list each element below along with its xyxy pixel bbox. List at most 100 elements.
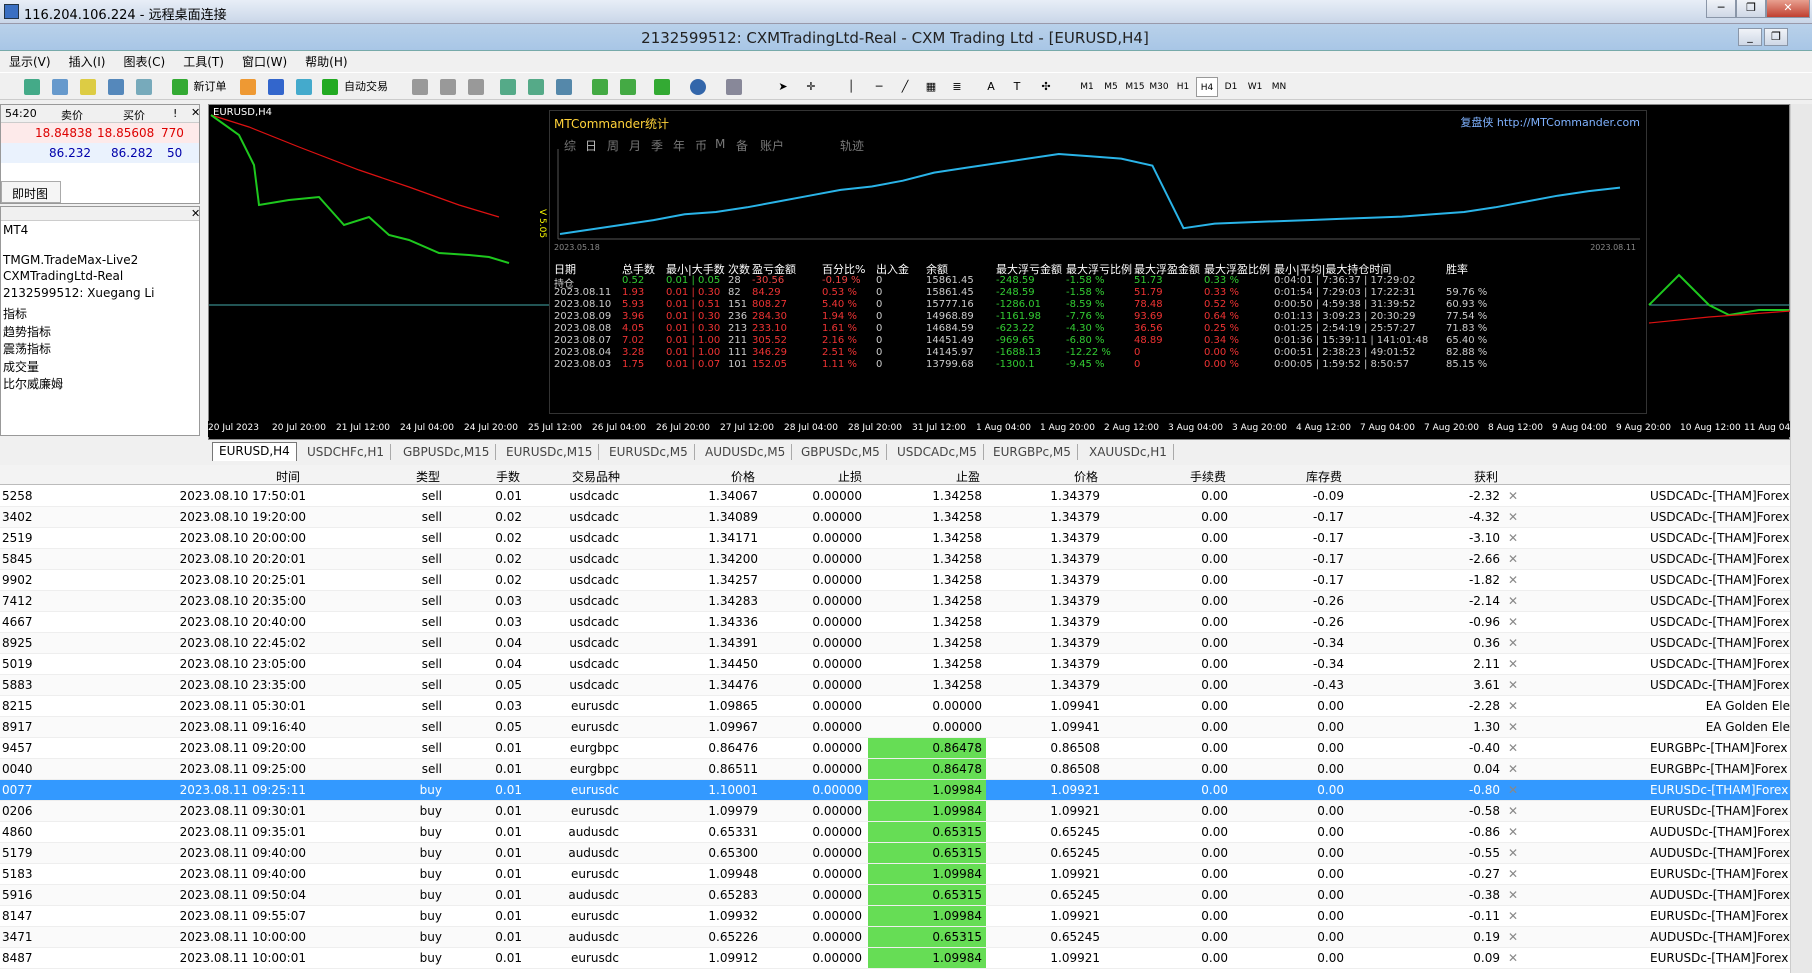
cursor-icon[interactable]: ➤ (776, 77, 790, 97)
terminal-icon[interactable] (268, 79, 284, 95)
ask-column-header[interactable]: 买价 (123, 107, 145, 123)
chart-tab[interactable]: XAUUSDc,H1 (1083, 444, 1174, 460)
table-row[interactable]: 8487 2023.08.11 10:00:01 buy 0.01 eurusdc 1.0… (0, 948, 1790, 969)
table-row[interactable]: 4860 2023.08.11 09:35:01 buy 0.01 audusdc 0.6… (0, 822, 1790, 843)
mdi-minimize-button[interactable]: _ (1738, 28, 1762, 46)
navigator-item[interactable]: 比尔威廉姆 (3, 375, 63, 392)
market-watch-row[interactable]: 18.84838 18.85608 770 (1, 123, 199, 143)
templates-icon[interactable] (726, 79, 742, 95)
table-row[interactable]: 2519 2023.08.10 20:00:00 sell 0.02 usdcadc 1.… (0, 528, 1790, 549)
timeframe-mn[interactable]: MN (1268, 77, 1290, 97)
text-icon[interactable]: A (984, 77, 998, 97)
close-position-icon[interactable]: ✕ (1508, 762, 1518, 776)
timeframe-m1[interactable]: M1 (1076, 77, 1098, 97)
text-label-icon[interactable]: T (1010, 77, 1024, 97)
grid-header[interactable]: 获利 (1418, 468, 1498, 485)
navigator-icon[interactable] (136, 79, 152, 95)
bar-chart-icon[interactable] (412, 79, 428, 95)
tile-windows-icon[interactable] (556, 79, 572, 95)
strategy-tester-icon[interactable] (296, 79, 312, 95)
grid-header[interactable]: 价格 (675, 468, 755, 485)
close-position-icon[interactable]: ✕ (1508, 783, 1518, 797)
close-position-icon[interactable]: ✕ (1508, 636, 1518, 650)
timeframe-m15[interactable]: M15 (1124, 77, 1146, 97)
auto-scroll-icon[interactable] (620, 79, 636, 95)
menu-item[interactable]: 显示(V) (0, 51, 60, 72)
profiles-icon[interactable] (52, 79, 68, 95)
tab-tick-chart[interactable]: 即时图 (1, 181, 61, 203)
restore-button[interactable]: ❐ (1736, 0, 1766, 18)
chart-tab[interactable]: USDCHFc,H1 (301, 444, 392, 460)
table-row[interactable]: 8925 2023.08.10 22:45:02 sell 0.04 usdcadc 1.… (0, 633, 1790, 654)
grid-header[interactable]: 价格 (1018, 468, 1098, 485)
zoom-out-icon[interactable] (528, 79, 544, 95)
close-icon[interactable]: ✕ (191, 207, 200, 220)
table-row[interactable]: 0040 2023.08.11 09:25:00 sell 0.01 eurgbpc 0.… (0, 759, 1790, 780)
grid-header[interactable]: 交易品种 (540, 468, 620, 485)
close-position-icon[interactable]: ✕ (1508, 930, 1518, 944)
stats-link[interactable]: 复盘侠 http://MTCommander.com (1460, 114, 1640, 130)
table-row[interactable]: 5183 2023.08.11 09:40:00 buy 0.01 eurusdc 1.0… (0, 864, 1790, 885)
menu-item[interactable]: 工具(T) (174, 51, 233, 72)
timeframe-h4[interactable]: H4 (1196, 77, 1218, 97)
close-position-icon[interactable]: ✕ (1508, 657, 1518, 671)
close-position-icon[interactable]: ✕ (1508, 804, 1518, 818)
close-position-icon[interactable]: ✕ (1508, 552, 1518, 566)
auto-trade-button[interactable]: 自动交易 (340, 77, 392, 97)
menu-item[interactable]: 图表(C) (114, 51, 174, 72)
grid-header[interactable]: 类型 (360, 468, 440, 485)
grid-header[interactable]: 止损 (782, 468, 862, 485)
new-order-icon[interactable] (172, 79, 188, 95)
chart-tab[interactable]: AUDUSDc,M5 (699, 444, 793, 460)
market-watch-icon[interactable] (80, 79, 96, 95)
table-row[interactable]: 5258 2023.08.10 17:50:01 sell 0.01 usdcadc 1.… (0, 486, 1790, 507)
close-position-icon[interactable]: ✕ (1508, 594, 1518, 608)
table-row[interactable]: 8147 2023.08.11 09:55:07 buy 0.01 eurusdc 1.0… (0, 906, 1790, 927)
timeframe-h1[interactable]: H1 (1172, 77, 1194, 97)
chart-tab[interactable]: EURGBPc,M5 (987, 444, 1078, 460)
table-row[interactable]: 8917 2023.08.11 09:16:40 sell 0.05 eurusdc 1.… (0, 717, 1790, 738)
trendline-icon[interactable]: ╱ (898, 77, 912, 97)
close-position-icon[interactable]: ✕ (1508, 678, 1518, 692)
table-row[interactable]: 9457 2023.08.11 09:20:00 sell 0.01 eurgbpc 0.… (0, 738, 1790, 759)
table-row[interactable]: 5845 2023.08.10 20:20:01 sell 0.02 usdcadc 1.… (0, 549, 1790, 570)
new-order-button[interactable]: 新订单 (190, 77, 230, 97)
line-chart-icon[interactable] (468, 79, 484, 95)
table-row[interactable]: 5019 2023.08.10 23:05:00 sell 0.04 usdcadc 1.… (0, 654, 1790, 675)
chart-tab[interactable]: GBPUSDc,M5 (795, 444, 887, 460)
mdi-restore-button[interactable]: ❐ (1764, 28, 1788, 46)
navigator-item[interactable]: 2132599512: Xuegang Li (3, 286, 154, 300)
table-row[interactable]: 4667 2023.08.10 20:40:00 sell 0.03 usdcadc 1.… (0, 612, 1790, 633)
timeframe-m5[interactable]: M5 (1100, 77, 1122, 97)
close-position-icon[interactable]: ✕ (1508, 909, 1518, 923)
timeframe-m30[interactable]: M30 (1148, 77, 1170, 97)
navigator-item[interactable]: 成交量 (3, 358, 39, 375)
close-position-icon[interactable]: ✕ (1508, 531, 1518, 545)
table-row[interactable]: 5179 2023.08.11 09:40:00 buy 0.01 audusdc 0.6… (0, 843, 1790, 864)
grid-header[interactable]: 手数 (440, 468, 520, 485)
grid-header[interactable]: 止盈 (900, 468, 980, 485)
navigator-item[interactable]: TMGM.TradeMax-Live2 (3, 253, 138, 267)
spread-column-header[interactable]: ! (173, 107, 177, 120)
navigator-item[interactable]: 震荡指标 (3, 340, 51, 357)
grid-header[interactable]: 库存费 (1262, 468, 1342, 485)
arrows-icon[interactable]: ✣ (1036, 77, 1056, 97)
table-row[interactable]: 3402 2023.08.10 19:20:00 sell 0.02 usdcadc 1.… (0, 507, 1790, 528)
table-row[interactable]: 3471 2023.08.11 10:00:00 buy 0.01 audusdc 0.6… (0, 927, 1790, 948)
vertical-line-icon[interactable]: │ (844, 77, 858, 97)
close-position-icon[interactable]: ✕ (1508, 720, 1518, 734)
candlestick-icon[interactable] (440, 79, 456, 95)
menu-item[interactable]: 窗口(W) (233, 51, 296, 72)
close-position-icon[interactable]: ✕ (1508, 510, 1518, 524)
close-position-icon[interactable]: ✕ (1508, 867, 1518, 881)
close-position-icon[interactable]: ✕ (1508, 573, 1518, 587)
table-row[interactable]: 7412 2023.08.10 20:35:00 sell 0.03 usdcadc 1.… (0, 591, 1790, 612)
chart-tab[interactable]: EURUSDc,M15 (500, 444, 600, 460)
navigator-item[interactable]: 指标 (3, 305, 27, 322)
close-button[interactable]: ✕ (1766, 0, 1810, 18)
chart-shift-icon[interactable] (592, 79, 608, 95)
table-row[interactable]: 9902 2023.08.10 20:25:01 sell 0.02 usdcadc 1.… (0, 570, 1790, 591)
close-position-icon[interactable]: ✕ (1508, 615, 1518, 629)
table-row[interactable]: 5916 2023.08.11 09:50:04 buy 0.01 audusdc 0.6… (0, 885, 1790, 906)
auto-trade-icon[interactable] (322, 79, 338, 95)
